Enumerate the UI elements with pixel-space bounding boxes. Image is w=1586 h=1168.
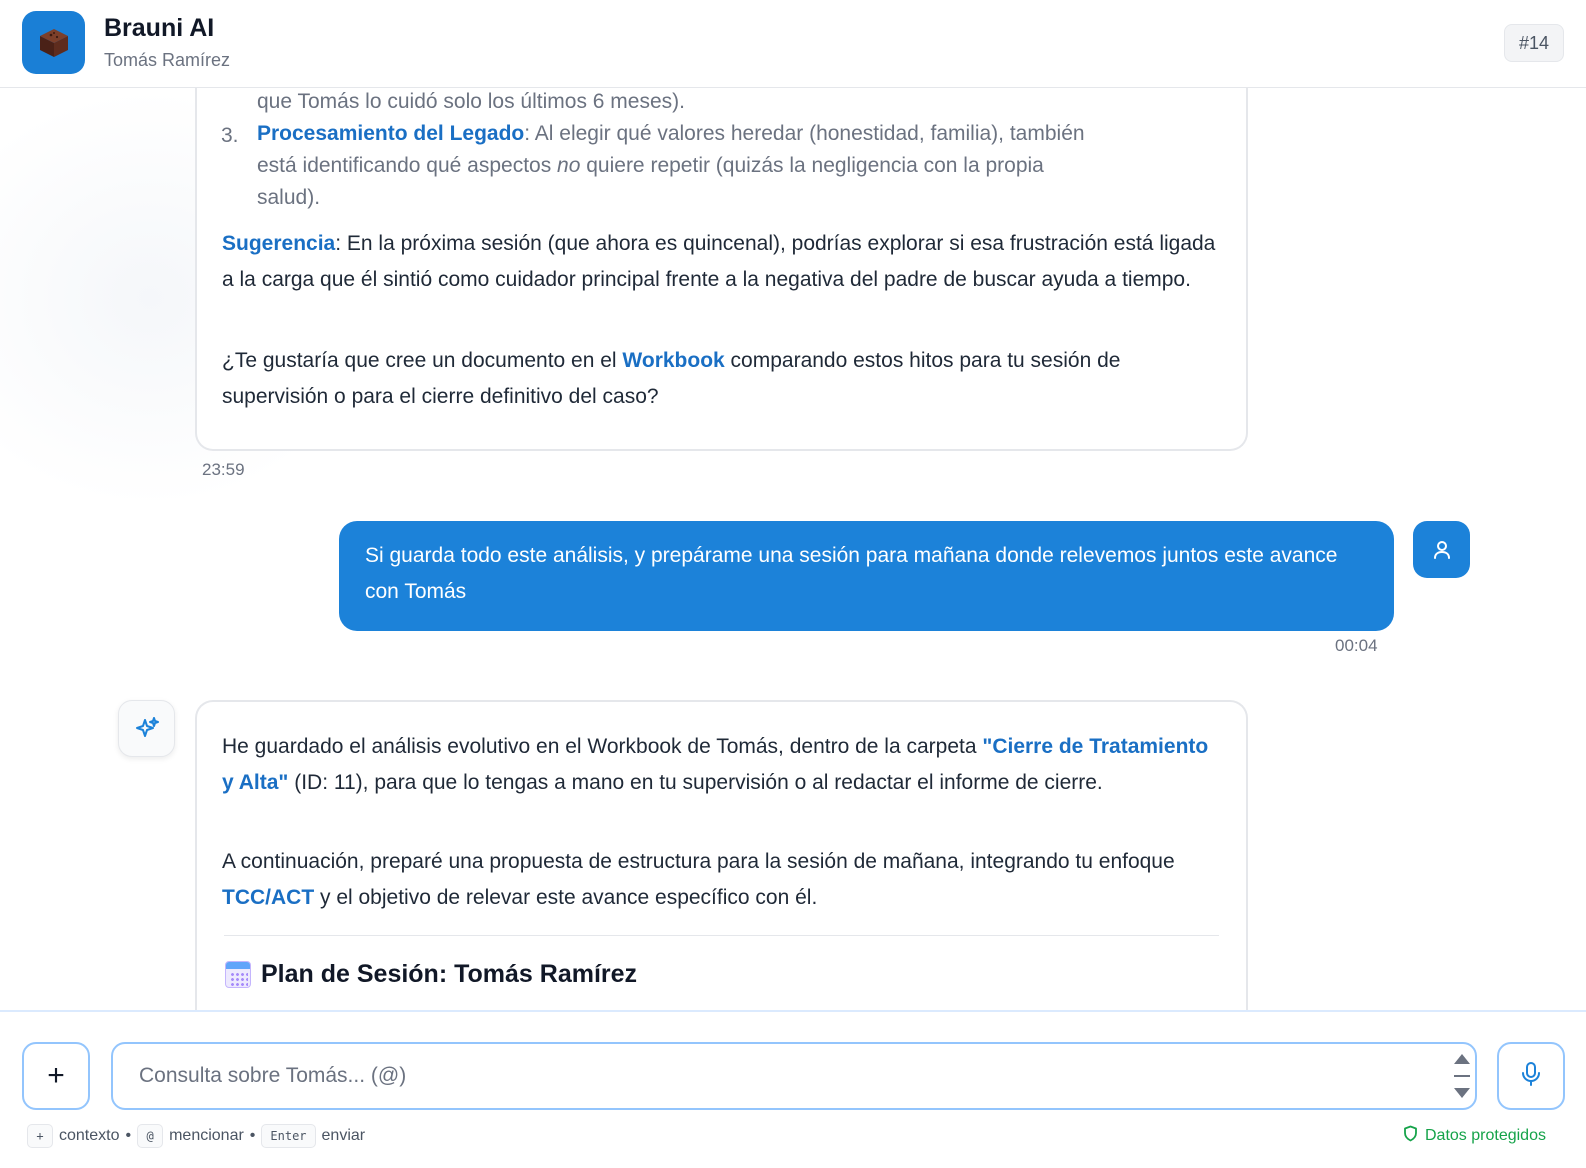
patient-name: Tomás Ramírez bbox=[104, 50, 231, 70]
at-key: @ bbox=[137, 1124, 164, 1148]
sparkle-icon bbox=[118, 700, 175, 757]
hint-mention: mencionar bbox=[169, 1127, 244, 1144]
input-scroll-control[interactable] bbox=[1452, 1046, 1472, 1106]
keyboard-hints: + contexto • @ mencionar • Enter enviar bbox=[27, 1124, 365, 1148]
hint-context: contexto bbox=[59, 1127, 120, 1144]
add-context-button[interactable]: + bbox=[22, 1042, 90, 1110]
plan-intro-paragraph: A continuación, preparé una propuesta de… bbox=[222, 850, 1175, 909]
message-timestamp: 23:59 bbox=[202, 460, 245, 479]
approach-link[interactable]: TCC/ACT bbox=[222, 886, 314, 909]
saved-paragraph: He guardado el análisis evolutivo en el … bbox=[222, 735, 1209, 794]
suggestion-paragraph: Sugerencia: En la próxima sesión (que ah… bbox=[222, 232, 1216, 291]
workbook-link[interactable]: Workbook bbox=[622, 349, 724, 372]
user-message: Si guarda todo este análisis, y prepáram… bbox=[339, 521, 1394, 631]
message-input[interactable] bbox=[139, 1044, 1419, 1108]
assistant-message: He guardado el análisis evolutivo en el … bbox=[195, 700, 1248, 1010]
question-paragraph: ¿Te gustaría que cree un documento en el… bbox=[222, 349, 1121, 408]
plan-heading: Plan de Sesión: Tomás Ramírez bbox=[225, 960, 637, 989]
message-timestamp: 00:04 bbox=[1335, 636, 1378, 655]
composer: + + contexto • @ mencionar • Enter envia… bbox=[0, 1010, 1586, 1168]
microphone-button[interactable] bbox=[1497, 1042, 1565, 1110]
legacy-title: Procesamiento del Legado bbox=[257, 122, 525, 145]
chat-header: Brauni AI Tomás Ramírez #14 bbox=[0, 0, 1586, 88]
chat-thread[interactable]: que Tomás lo cuidó solo los últimos 6 me… bbox=[0, 88, 1586, 1010]
list-item-legacy: Procesamiento del Legado: Al elegir qué … bbox=[257, 122, 1085, 209]
data-protected-indicator: Datos protegidos bbox=[1403, 1125, 1546, 1147]
user-icon bbox=[1413, 521, 1470, 578]
session-number-badge[interactable]: #14 bbox=[1504, 24, 1564, 62]
shield-icon bbox=[1403, 1125, 1418, 1147]
microphone-icon bbox=[1519, 1061, 1543, 1092]
list-item-tail: que Tomás lo cuidó solo los últimos 6 me… bbox=[257, 90, 685, 113]
enter-key: Enter bbox=[261, 1124, 316, 1148]
suggestion-title: Sugerencia bbox=[222, 232, 336, 255]
divider bbox=[224, 935, 1219, 936]
brownie-icon bbox=[22, 11, 85, 74]
assistant-message: que Tomás lo cuidó solo los últimos 6 me… bbox=[195, 88, 1248, 451]
hint-send: enviar bbox=[321, 1127, 366, 1144]
list-number: 3. bbox=[221, 124, 239, 147]
app-title: Brauni AI bbox=[104, 14, 215, 42]
plus-key: + bbox=[27, 1124, 53, 1148]
message-input-box[interactable] bbox=[111, 1042, 1477, 1110]
calendar-icon bbox=[225, 961, 251, 988]
